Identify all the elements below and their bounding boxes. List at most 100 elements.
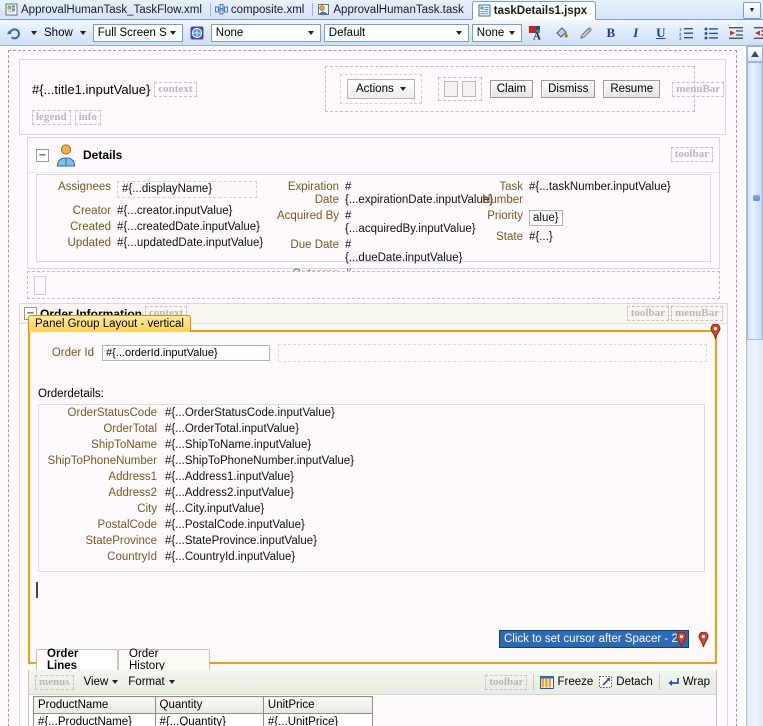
numbered-list-button[interactable]: 123	[675, 22, 697, 44]
show-menu[interactable]: Show	[43, 27, 74, 39]
font-color-button[interactable]: A	[525, 22, 547, 44]
order-id-field: Order Id #{...orderId.inputValue}	[42, 344, 707, 362]
scrollbar-thumb[interactable]	[747, 62, 763, 340]
pin-marker-icon[interactable]	[698, 631, 709, 648]
order-id-label: Order Id	[51, 347, 94, 359]
refresh-button[interactable]	[2, 22, 24, 44]
format-menu[interactable]: Format	[128, 676, 175, 688]
table-row[interactable]: #{...ProductName} #{...Quantity} #{...Un…	[33, 713, 374, 726]
priority-value[interactable]: alue}	[529, 210, 563, 226]
bold-icon: B	[606, 24, 616, 40]
cell-productname: #{...ProductName}	[33, 713, 156, 726]
editor-tab-composite[interactable]: composite.xml	[209, 0, 313, 19]
menubar-chip: menuBar	[671, 306, 723, 321]
refresh-icon	[6, 26, 20, 40]
order-lines-tabset: Order Lines Order History	[28, 648, 717, 672]
show-dropdown-button[interactable]	[77, 22, 90, 44]
order-detail-row: ShipToPhoneNumber #{...ShipToPhoneNumber…	[39, 453, 704, 469]
style-class-select[interactable]: None	[210, 23, 321, 42]
order-detail-row: ShipToName #{...ShipToName.inputValue}	[39, 437, 704, 453]
tab-label: Order History	[129, 648, 165, 672]
view-menu[interactable]: View	[84, 676, 119, 688]
design-canvas: #{...title1.inputValue} context Actions	[0, 46, 763, 726]
assignees-value[interactable]: #{...displayName}	[117, 181, 257, 198]
field-expiration-date: Expiration Date #{...expirationDate.inpu…	[277, 181, 493, 207]
pin-marker-icon[interactable]	[676, 631, 687, 648]
legend-info-region: legend info	[32, 110, 101, 125]
field-label: Updated	[67, 237, 111, 249]
spacer-region[interactable]	[27, 271, 720, 299]
screen-size-value: Full Screen Size	[97, 26, 167, 39]
browser-preview-button[interactable]	[186, 22, 208, 44]
order-detail-row: City #{...City.inputValue}	[39, 501, 704, 517]
context-chip: context	[154, 82, 197, 97]
panel-group-layout-vertical[interactable]: Panel Group Layout - vertical Order Id #…	[28, 315, 721, 664]
column-header-unitprice[interactable]: UnitPrice	[262, 696, 374, 714]
pin-marker-icon[interactable]	[710, 323, 721, 340]
indent-increase-button[interactable]	[725, 22, 747, 44]
detail-value: #{...OrderStatusCode.inputValue}	[165, 407, 335, 419]
screen-size-select[interactable]: Full Screen Size	[92, 23, 183, 42]
field-label: Creator	[72, 205, 111, 217]
page-surface[interactable]: #{...title1.inputValue} context Actions	[0, 46, 745, 726]
order-information-panel: − Order Information context toolbar menu…	[19, 303, 728, 726]
tab-label: Order Lines	[47, 648, 79, 672]
tab-order-lines[interactable]: Order Lines	[36, 648, 118, 672]
highlighter-button[interactable]	[575, 22, 597, 44]
field-acquired-by: Acquired By #{...acquiredBy.inputValue}	[277, 210, 476, 236]
field-label: Created	[70, 221, 111, 233]
font-size-select[interactable]: None	[471, 23, 522, 42]
wrap-button[interactable]: Wrap	[666, 676, 710, 689]
spacer-handle[interactable]	[34, 276, 46, 295]
indent-increase-icon	[729, 26, 744, 39]
dismiss-button[interactable]: Dismiss	[541, 80, 596, 98]
collapse-minus-icon[interactable]: −	[36, 148, 49, 162]
canvas-vertical-scrollbar[interactable]	[746, 46, 763, 726]
detail-value: #{...ShipToName.inputValue}	[165, 439, 312, 451]
freeze-button[interactable]: Freeze	[540, 675, 593, 689]
underline-button[interactable]: U	[650, 22, 672, 44]
order-id-input[interactable]: #{...orderId.inputValue}	[102, 345, 270, 361]
order-details-label: Orderdetails:	[38, 388, 104, 400]
font-family-select[interactable]: Default	[323, 23, 469, 42]
placeholder-button[interactable]	[461, 81, 476, 97]
field-state: State #{...}	[457, 231, 707, 244]
info-chip: info	[74, 110, 101, 125]
tab-order-history[interactable]: Order History	[118, 648, 210, 672]
indent-decrease-button[interactable]	[750, 22, 763, 44]
actions-button-label: Actions	[356, 83, 394, 95]
editor-tab-label: ApprovalHumanTask_TaskFlow.xml	[21, 3, 202, 16]
bulleted-list-button[interactable]	[700, 22, 722, 44]
refresh-dropdown-button[interactable]	[27, 22, 40, 44]
column-header-productname[interactable]: ProductName	[33, 696, 156, 714]
fill-color-button[interactable]	[550, 22, 572, 44]
page-title: #{...title1.inputValue} context	[32, 82, 197, 97]
claim-button[interactable]: Claim	[489, 80, 534, 98]
panel-group-layout-tab[interactable]: Panel Group Layout - vertical	[28, 315, 191, 332]
details-panel-header[interactable]: − Details toolbar	[28, 138, 719, 173]
order-id-rest-region	[278, 344, 707, 362]
column-header-quantity[interactable]: Quantity	[154, 696, 264, 714]
editor-tab-approvalhumantask-task[interactable]: ApprovalHumanTask.task	[312, 0, 471, 19]
chevron-down-icon	[506, 26, 519, 40]
tab-overflow-button[interactable]: ▼	[743, 2, 761, 19]
view-menu-label: View	[83, 676, 109, 688]
editor-tab-taskdetails1-jspx[interactable]: taskDetails1.jspx	[471, 1, 597, 20]
editor-tab-approvalhumantask-taskflow[interactable]: ApprovalHumanTask_TaskFlow.xml	[0, 0, 210, 19]
chevron-down-icon	[80, 30, 87, 35]
actions-button[interactable]: Actions	[347, 79, 415, 99]
placeholder-button[interactable]	[443, 81, 458, 97]
detach-button[interactable]: Detach	[599, 675, 653, 689]
task-header-region: #{...title1.inputValue} context Actions	[19, 59, 726, 135]
detail-value: #{...Address1.inputValue}	[165, 471, 294, 483]
resume-button[interactable]: Resume	[603, 80, 661, 98]
scrollbar-track[interactable]	[747, 62, 763, 726]
cell-quantity: #{...Quantity}	[154, 713, 264, 726]
field-label: Due Date	[290, 239, 339, 251]
field-creator: Creator #{...creator.inputValue}	[41, 205, 277, 218]
italic-button[interactable]: I	[625, 22, 647, 44]
toolbar-chip: toolbar	[626, 306, 669, 321]
scroll-up-arrow-icon[interactable]	[747, 46, 763, 62]
bold-button[interactable]: B	[600, 22, 622, 44]
header-actions-region: Actions Claim Dismiss Resume menuBar	[325, 66, 725, 112]
